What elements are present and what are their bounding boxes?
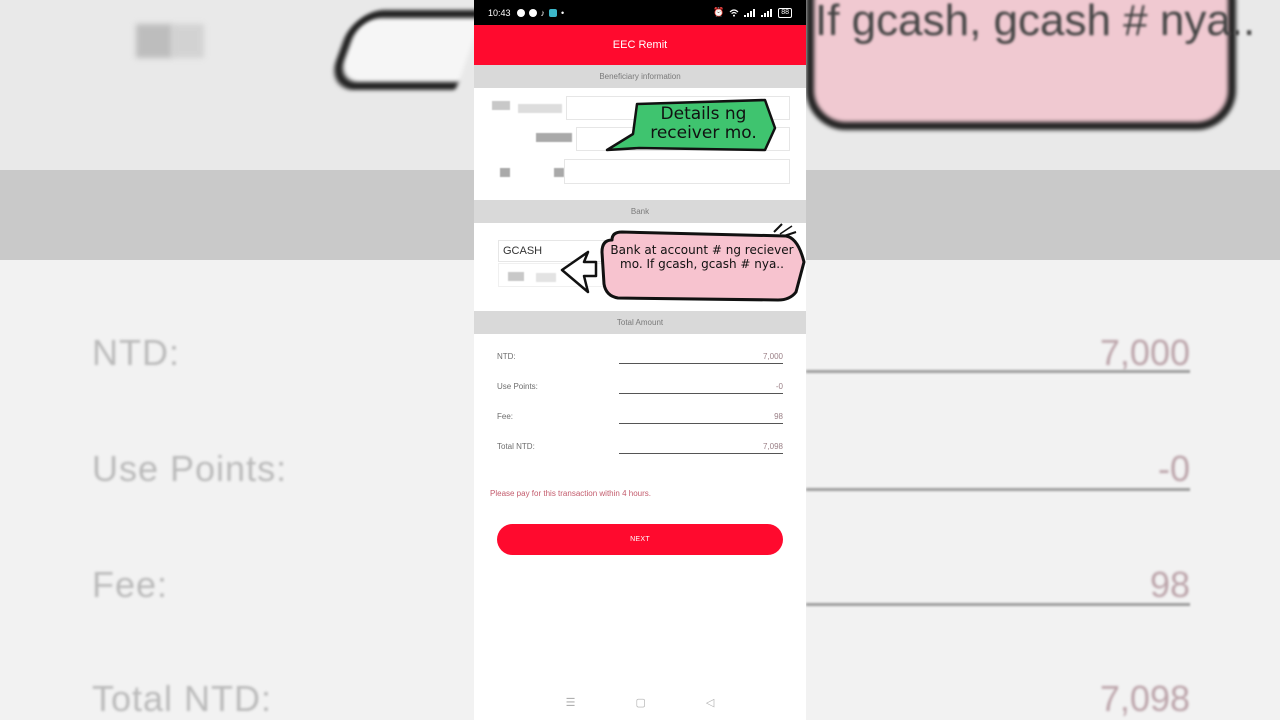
section-header-bank: Bank: [474, 200, 806, 223]
redacted-label: [554, 168, 564, 177]
background-underline: [806, 488, 1190, 491]
more-notifications-icon: •: [561, 7, 565, 18]
beneficiary-field-3: [490, 159, 790, 184]
back-icon[interactable]: ◁: [706, 696, 714, 709]
amount-row-use-points: Use Points: -0: [497, 380, 783, 400]
section-title: Total Amount: [616, 318, 664, 327]
background-underline: [806, 603, 1190, 606]
signal-icon: [744, 8, 756, 17]
battery-icon: 88: [778, 7, 792, 18]
wifi-icon: [729, 8, 739, 17]
amount-row-ntd: NTD: 7,000: [497, 350, 783, 370]
background-underline: [806, 370, 1190, 373]
background-pixelation: [136, 24, 172, 58]
amount-label: Use Points:: [497, 382, 538, 391]
background-value: 7,098: [1099, 678, 1190, 719]
background-label: Use Points:: [92, 448, 288, 489]
alarm-icon: ⏰: [712, 7, 725, 17]
amount-row-total: Total NTD: 7,098: [497, 440, 783, 460]
amount-value: 7,000: [619, 352, 783, 364]
background-value: -0: [1157, 448, 1190, 489]
app-notification-icon: [549, 8, 558, 17]
home-icon[interactable]: ▢: [636, 696, 646, 709]
green-annotation-text: Details ng receiver mo.: [650, 104, 757, 143]
beneficiary-input-3[interactable]: [564, 159, 790, 184]
background-label: NTD:: [92, 332, 180, 373]
amount-value: 98: [619, 412, 783, 424]
background-label: Fee:: [92, 564, 169, 605]
background-pixelation: [172, 24, 204, 58]
android-nav-bar: ☰ ▢ ◁: [474, 690, 806, 715]
redacted-label: [492, 101, 510, 110]
background-value: 7,000: [1099, 332, 1190, 373]
messenger-icon: [516, 8, 525, 17]
system-icons: ⏰ 88: [713, 7, 792, 18]
app-title-bar: EEC Remit: [474, 25, 806, 65]
background-bubble-text: If gcash, gcash # nya..: [815, 0, 1256, 45]
section-header-beneficiary: Beneficiary information: [474, 65, 806, 88]
menu-icon[interactable]: ☰: [566, 696, 576, 709]
section-title: Beneficiary information: [599, 72, 681, 81]
status-bar: 10:43 ♪ • ⏰ 88: [474, 0, 806, 25]
amount-label: Fee:: [497, 412, 514, 421]
section-header-total: Total Amount: [474, 311, 806, 334]
notification-icons: ♪ •: [516, 7, 565, 18]
background-label: Total NTD:: [92, 678, 273, 719]
app-title: EEC Remit: [612, 39, 668, 51]
tiktok-icon: ♪: [540, 7, 546, 18]
pink-annotation-text: Bank at account # ng reciever mo. If gca…: [610, 243, 794, 271]
payment-notice: Please pay for this transaction within 4…: [490, 489, 651, 498]
use-points-input[interactable]: -0: [619, 382, 783, 394]
chat-icon: [528, 8, 537, 17]
redacted-label: [500, 168, 510, 177]
amount-value: 7,098: [619, 442, 783, 454]
amount-label: Total NTD:: [497, 442, 535, 451]
background-value: 98: [1149, 564, 1190, 605]
next-button[interactable]: NEXT: [497, 524, 783, 555]
amount-row-fee: Fee: 98: [497, 410, 783, 430]
redacted-label: [536, 133, 572, 142]
section-title: Bank: [630, 207, 650, 216]
signal-icon-2: [761, 8, 773, 17]
status-time: 10:43: [488, 7, 511, 18]
redacted-label: [518, 104, 562, 113]
amount-label: NTD:: [497, 352, 516, 361]
